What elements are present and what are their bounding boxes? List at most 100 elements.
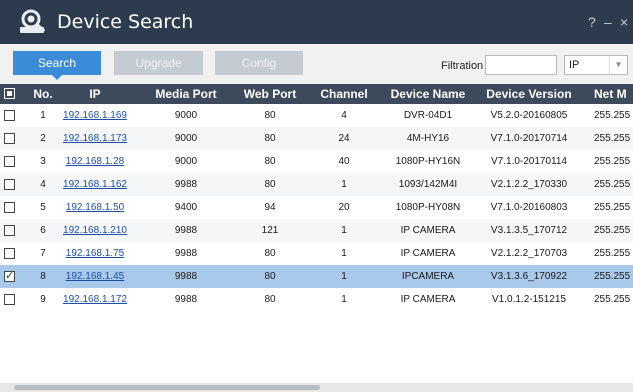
chevron-down-icon[interactable]: ▼ [609,56,627,74]
cell-web-port: 121 [261,225,279,236]
cell-web-port: 80 [264,271,276,282]
device-search-logo-icon [20,9,45,33]
table-header: No. IP Media Port Web Port Channel Devic… [0,84,633,104]
row-checkbox[interactable] [4,110,15,121]
cell-channel: 20 [338,202,350,213]
column-header-channel[interactable]: Channel [312,84,376,104]
cell-no: 3 [40,156,46,167]
cell-device-version: V2.1.2.2_170330 [490,179,568,190]
column-header-device-name[interactable]: Device Name [384,84,472,104]
column-header-device-version[interactable]: Device Version [478,84,580,104]
cell-device-name: 1080P-HY08N [395,202,461,213]
cell-channel: 40 [338,156,350,167]
table-row[interactable]: 5 192.168.1.50 9400 94 20 1080P-HY08N V7… [0,196,633,219]
cell-ip-link[interactable]: 192.168.1.75 [60,242,130,265]
cell-no: 7 [40,248,46,259]
table-row[interactable]: 2 192.168.1.173 9000 80 24 4M-HY16 V7.1.… [0,127,633,150]
cell-media-port: 9000 [174,156,198,167]
cell-device-name: IP CAMERA [400,294,456,305]
column-header-web-port[interactable]: Web Port [238,84,302,104]
column-header-no[interactable]: No. [30,84,56,104]
table-row[interactable]: 9 192.168.1.172 9988 80 1 IP CAMERA V1.0… [0,288,633,311]
cell-net-mask: 255.255 [594,179,631,190]
cell-channel: 1 [341,294,347,305]
table-row[interactable]: 1 192.168.1.169 9000 80 4 DVR-04D1 V5.2.… [0,104,633,127]
cell-media-port: 9988 [174,225,198,236]
cell-device-version: V5.2.0-20160805 [490,110,568,121]
cell-channel: 1 [341,271,347,282]
cell-ip-link[interactable]: 192.168.1.45 [60,265,130,288]
cell-device-name: 1093/142M4I [398,179,458,190]
row-checkbox[interactable] [4,156,15,167]
config-button[interactable]: Config [215,51,303,75]
cell-device-name: DVR-04D1 [403,110,453,121]
filter-field-select[interactable]: IP ▼ [564,55,628,75]
help-button[interactable]: ? [588,14,596,30]
column-header-ip[interactable]: IP [60,84,130,104]
select-all-checkbox[interactable] [4,88,15,99]
row-checkbox[interactable] [4,248,15,259]
row-checkbox-checked[interactable] [4,269,15,282]
row-checkbox[interactable] [4,225,15,236]
cell-device-version: V7.1.0-20160803 [490,202,568,213]
window-title: Device Search [57,11,194,33]
cell-web-port: 80 [264,179,276,190]
cell-device-version: V7.1.0-20170714 [490,133,568,144]
cell-ip-link[interactable]: 192.168.1.50 [60,196,130,219]
cell-ip-link[interactable]: 192.168.1.172 [60,288,130,311]
cell-web-port: 80 [264,248,276,259]
cell-device-version: V3.1.3.6_170922 [490,271,568,282]
table-row-selected[interactable]: 8 192.168.1.45 9988 80 1 IPCAMERA V3.1.3… [0,265,633,288]
cell-net-mask: 255.255 [594,156,631,167]
cell-web-port: 94 [264,202,276,213]
toolbar: Search Upgrade Config Filtration IP ▼ [0,44,633,84]
cell-ip-link[interactable]: 192.168.1.173 [60,127,130,150]
cell-media-port: 9988 [174,294,198,305]
column-header-net-mask[interactable]: Net M [594,84,633,104]
cell-ip-link[interactable]: 192.168.1.28 [60,150,130,173]
row-checkbox[interactable] [4,133,15,144]
cell-media-port: 9000 [174,110,198,121]
cell-no: 1 [40,110,46,121]
cell-web-port: 80 [264,156,276,167]
cell-ip-link[interactable]: 192.168.1.169 [60,104,130,127]
cell-device-version: V3.1.3.5_170712 [490,225,568,236]
cell-device-name: IPCAMERA [401,271,455,282]
cell-web-port: 80 [264,110,276,121]
horizontal-scrollbar[interactable] [0,383,633,392]
table-row[interactable]: 6 192.168.1.210 9988 121 1 IP CAMERA V3.… [0,219,633,242]
cell-media-port: 9988 [174,271,198,282]
cell-channel: 1 [341,225,347,236]
cell-ip-link[interactable]: 192.168.1.210 [60,219,130,242]
cell-net-mask: 255.255 [594,294,631,305]
cell-device-name: 1080P-HY16N [395,156,461,167]
upgrade-button[interactable]: Upgrade [114,51,203,75]
table-row[interactable]: 7 192.168.1.75 9988 80 1 IP CAMERA V2.1.… [0,242,633,265]
cell-channel: 24 [338,133,350,144]
table-row[interactable]: 4 192.168.1.162 9988 80 1 1093/142M4I V2… [0,173,633,196]
search-button[interactable]: Search [13,51,101,75]
cell-net-mask: 255.255 [594,133,631,144]
table-body: 1 192.168.1.169 9000 80 4 DVR-04D1 V5.2.… [0,104,633,384]
cell-net-mask: 255.255 [594,202,631,213]
filter-select-value: IP [569,59,580,71]
cell-no: 4 [40,179,46,190]
row-checkbox[interactable] [4,294,15,305]
cell-media-port: 9988 [174,248,198,259]
table-row[interactable]: 3 192.168.1.28 9000 80 40 1080P-HY16N V7… [0,150,633,173]
column-header-media-port[interactable]: Media Port [140,84,232,104]
cell-ip-link[interactable]: 192.168.1.162 [60,173,130,196]
minimize-button[interactable]: – [604,14,612,30]
cell-channel: 1 [341,179,347,190]
cell-web-port: 80 [264,133,276,144]
row-checkbox[interactable] [4,179,15,190]
close-button[interactable]: × [620,14,628,30]
scrollbar-thumb[interactable] [14,385,320,390]
cell-no: 9 [40,294,46,305]
cell-device-name: IP CAMERA [400,225,456,236]
cell-no: 2 [40,133,46,144]
row-checkbox[interactable] [4,202,15,213]
cell-channel: 4 [341,110,347,121]
cell-media-port: 9988 [174,179,198,190]
filtration-input[interactable] [485,55,557,75]
